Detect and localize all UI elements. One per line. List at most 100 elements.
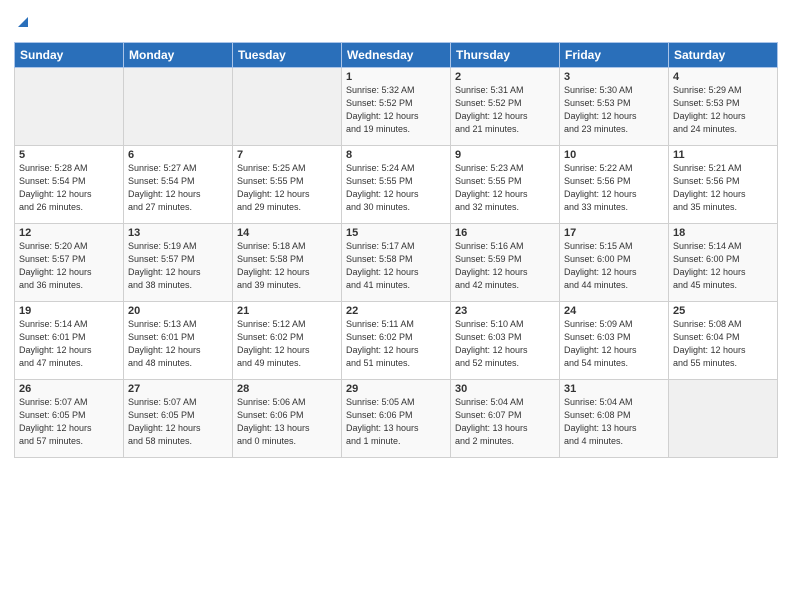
day-number: 10 bbox=[564, 149, 664, 161]
day-cell: 14Sunrise: 5:18 AM Sunset: 5:58 PM Dayli… bbox=[233, 224, 342, 302]
day-number: 19 bbox=[19, 305, 119, 317]
day-cell: 29Sunrise: 5:05 AM Sunset: 6:06 PM Dayli… bbox=[342, 380, 451, 458]
day-number: 20 bbox=[128, 305, 228, 317]
day-number: 26 bbox=[19, 383, 119, 395]
day-cell: 2Sunrise: 5:31 AM Sunset: 5:52 PM Daylig… bbox=[451, 68, 560, 146]
day-cell bbox=[233, 68, 342, 146]
day-info: Sunrise: 5:29 AM Sunset: 5:53 PM Dayligh… bbox=[673, 84, 773, 136]
day-info: Sunrise: 5:14 AM Sunset: 6:01 PM Dayligh… bbox=[19, 318, 119, 370]
day-cell: 3Sunrise: 5:30 AM Sunset: 5:53 PM Daylig… bbox=[560, 68, 669, 146]
day-info: Sunrise: 5:20 AM Sunset: 5:57 PM Dayligh… bbox=[19, 240, 119, 292]
day-cell: 17Sunrise: 5:15 AM Sunset: 6:00 PM Dayli… bbox=[560, 224, 669, 302]
day-cell: 7Sunrise: 5:25 AM Sunset: 5:55 PM Daylig… bbox=[233, 146, 342, 224]
day-number: 13 bbox=[128, 227, 228, 239]
day-info: Sunrise: 5:17 AM Sunset: 5:58 PM Dayligh… bbox=[346, 240, 446, 292]
day-number: 28 bbox=[237, 383, 337, 395]
day-info: Sunrise: 5:18 AM Sunset: 5:58 PM Dayligh… bbox=[237, 240, 337, 292]
day-cell: 27Sunrise: 5:07 AM Sunset: 6:05 PM Dayli… bbox=[124, 380, 233, 458]
day-info: Sunrise: 5:22 AM Sunset: 5:56 PM Dayligh… bbox=[564, 162, 664, 214]
day-cell: 9Sunrise: 5:23 AM Sunset: 5:55 PM Daylig… bbox=[451, 146, 560, 224]
day-cell: 16Sunrise: 5:16 AM Sunset: 5:59 PM Dayli… bbox=[451, 224, 560, 302]
day-header-saturday: Saturday bbox=[669, 43, 778, 68]
day-info: Sunrise: 5:09 AM Sunset: 6:03 PM Dayligh… bbox=[564, 318, 664, 370]
day-number: 31 bbox=[564, 383, 664, 395]
day-cell: 13Sunrise: 5:19 AM Sunset: 5:57 PM Dayli… bbox=[124, 224, 233, 302]
day-cell: 10Sunrise: 5:22 AM Sunset: 5:56 PM Dayli… bbox=[560, 146, 669, 224]
day-info: Sunrise: 5:14 AM Sunset: 6:00 PM Dayligh… bbox=[673, 240, 773, 292]
day-number: 6 bbox=[128, 149, 228, 161]
week-row-4: 19Sunrise: 5:14 AM Sunset: 6:01 PM Dayli… bbox=[15, 302, 778, 380]
day-info: Sunrise: 5:15 AM Sunset: 6:00 PM Dayligh… bbox=[564, 240, 664, 292]
day-info: Sunrise: 5:10 AM Sunset: 6:03 PM Dayligh… bbox=[455, 318, 555, 370]
day-cell: 11Sunrise: 5:21 AM Sunset: 5:56 PM Dayli… bbox=[669, 146, 778, 224]
day-cell: 25Sunrise: 5:08 AM Sunset: 6:04 PM Dayli… bbox=[669, 302, 778, 380]
calendar-table: SundayMondayTuesdayWednesdayThursdayFrid… bbox=[14, 42, 778, 458]
day-cell: 24Sunrise: 5:09 AM Sunset: 6:03 PM Dayli… bbox=[560, 302, 669, 380]
day-info: Sunrise: 5:05 AM Sunset: 6:06 PM Dayligh… bbox=[346, 396, 446, 448]
week-row-1: 1Sunrise: 5:32 AM Sunset: 5:52 PM Daylig… bbox=[15, 68, 778, 146]
day-info: Sunrise: 5:07 AM Sunset: 6:05 PM Dayligh… bbox=[128, 396, 228, 448]
day-cell: 20Sunrise: 5:13 AM Sunset: 6:01 PM Dayli… bbox=[124, 302, 233, 380]
logo-icon bbox=[16, 15, 30, 29]
day-header-monday: Monday bbox=[124, 43, 233, 68]
day-number: 25 bbox=[673, 305, 773, 317]
day-info: Sunrise: 5:30 AM Sunset: 5:53 PM Dayligh… bbox=[564, 84, 664, 136]
day-info: Sunrise: 5:23 AM Sunset: 5:55 PM Dayligh… bbox=[455, 162, 555, 214]
day-info: Sunrise: 5:27 AM Sunset: 5:54 PM Dayligh… bbox=[128, 162, 228, 214]
day-cell: 1Sunrise: 5:32 AM Sunset: 5:52 PM Daylig… bbox=[342, 68, 451, 146]
day-number: 4 bbox=[673, 71, 773, 83]
day-cell: 26Sunrise: 5:07 AM Sunset: 6:05 PM Dayli… bbox=[15, 380, 124, 458]
day-number: 14 bbox=[237, 227, 337, 239]
day-cell: 5Sunrise: 5:28 AM Sunset: 5:54 PM Daylig… bbox=[15, 146, 124, 224]
day-number: 29 bbox=[346, 383, 446, 395]
day-number: 24 bbox=[564, 305, 664, 317]
day-cell: 31Sunrise: 5:04 AM Sunset: 6:08 PM Dayli… bbox=[560, 380, 669, 458]
day-info: Sunrise: 5:19 AM Sunset: 5:57 PM Dayligh… bbox=[128, 240, 228, 292]
day-cell: 18Sunrise: 5:14 AM Sunset: 6:00 PM Dayli… bbox=[669, 224, 778, 302]
day-info: Sunrise: 5:04 AM Sunset: 6:07 PM Dayligh… bbox=[455, 396, 555, 448]
day-cell: 15Sunrise: 5:17 AM Sunset: 5:58 PM Dayli… bbox=[342, 224, 451, 302]
day-info: Sunrise: 5:24 AM Sunset: 5:55 PM Dayligh… bbox=[346, 162, 446, 214]
day-info: Sunrise: 5:21 AM Sunset: 5:56 PM Dayligh… bbox=[673, 162, 773, 214]
day-number: 9 bbox=[455, 149, 555, 161]
day-cell: 28Sunrise: 5:06 AM Sunset: 6:06 PM Dayli… bbox=[233, 380, 342, 458]
day-cell: 19Sunrise: 5:14 AM Sunset: 6:01 PM Dayli… bbox=[15, 302, 124, 380]
day-number: 23 bbox=[455, 305, 555, 317]
logo-line1 bbox=[14, 14, 30, 34]
calendar-container: SundayMondayTuesdayWednesdayThursdayFrid… bbox=[0, 0, 792, 612]
week-row-3: 12Sunrise: 5:20 AM Sunset: 5:57 PM Dayli… bbox=[15, 224, 778, 302]
day-cell bbox=[124, 68, 233, 146]
day-cell bbox=[669, 380, 778, 458]
day-number: 8 bbox=[346, 149, 446, 161]
day-cell: 6Sunrise: 5:27 AM Sunset: 5:54 PM Daylig… bbox=[124, 146, 233, 224]
logo bbox=[14, 10, 30, 34]
day-info: Sunrise: 5:16 AM Sunset: 5:59 PM Dayligh… bbox=[455, 240, 555, 292]
day-info: Sunrise: 5:28 AM Sunset: 5:54 PM Dayligh… bbox=[19, 162, 119, 214]
day-number: 3 bbox=[564, 71, 664, 83]
day-info: Sunrise: 5:06 AM Sunset: 6:06 PM Dayligh… bbox=[237, 396, 337, 448]
day-header-sunday: Sunday bbox=[15, 43, 124, 68]
day-header-friday: Friday bbox=[560, 43, 669, 68]
calendar-header-row: SundayMondayTuesdayWednesdayThursdayFrid… bbox=[15, 43, 778, 68]
day-cell bbox=[15, 68, 124, 146]
day-number: 17 bbox=[564, 227, 664, 239]
day-info: Sunrise: 5:08 AM Sunset: 6:04 PM Dayligh… bbox=[673, 318, 773, 370]
day-info: Sunrise: 5:11 AM Sunset: 6:02 PM Dayligh… bbox=[346, 318, 446, 370]
day-number: 7 bbox=[237, 149, 337, 161]
header bbox=[14, 10, 778, 34]
day-info: Sunrise: 5:25 AM Sunset: 5:55 PM Dayligh… bbox=[237, 162, 337, 214]
day-number: 16 bbox=[455, 227, 555, 239]
day-cell: 8Sunrise: 5:24 AM Sunset: 5:55 PM Daylig… bbox=[342, 146, 451, 224]
week-row-2: 5Sunrise: 5:28 AM Sunset: 5:54 PM Daylig… bbox=[15, 146, 778, 224]
day-number: 27 bbox=[128, 383, 228, 395]
week-row-5: 26 Sunrise: 5:07 AM Sunset: 6:05 PM Dayli… bbox=[15, 380, 778, 458]
day-cell: 12Sunrise: 5:20 AM Sunset: 5:57 PM Dayli… bbox=[15, 224, 124, 302]
day-number: 11 bbox=[673, 149, 773, 161]
day-number: 22 bbox=[346, 305, 446, 317]
day-info: Sunrise: 5:13 AM Sunset: 6:01 PM Dayligh… bbox=[128, 318, 228, 370]
day-cell: 23Sunrise: 5:10 AM Sunset: 6:03 PM Dayli… bbox=[451, 302, 560, 380]
day-number: 15 bbox=[346, 227, 446, 239]
day-number: 1 bbox=[346, 71, 446, 83]
calendar-body: 1Sunrise: 5:32 AM Sunset: 5:52 PM Daylig… bbox=[15, 68, 778, 458]
day-cell: 30Sunrise: 5:04 AM Sunset: 6:07 PM Dayli… bbox=[451, 380, 560, 458]
